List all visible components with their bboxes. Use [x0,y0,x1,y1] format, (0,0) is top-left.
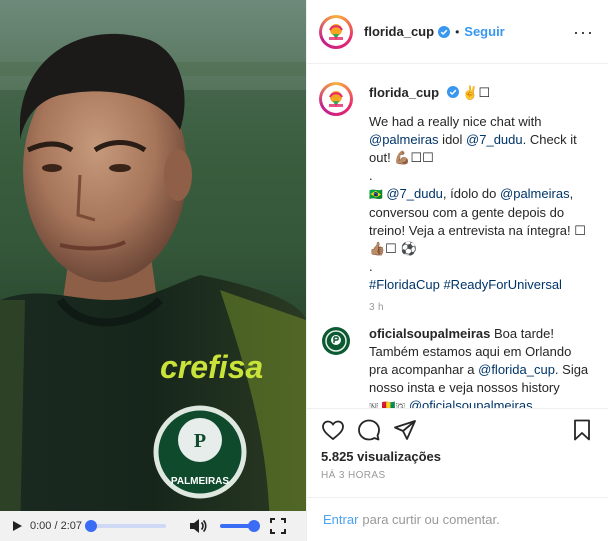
caption-text-run: , ídolo do [442,186,501,201]
jersey-sponsor-text: crefisa [160,349,263,385]
comment-icon [358,419,380,441]
seek-handle[interactable] [85,520,97,532]
florida-cup-logo-icon [329,91,343,107]
like-button[interactable] [321,418,345,442]
svg-text:P: P [194,430,206,452]
post-header: florida_cup • Seguir ··· [307,0,608,64]
hashtag-link[interactable]: #ReadyForUniversal [443,277,562,292]
view-count-label: visualizações [357,449,441,464]
caption-line: . [369,259,373,274]
caption-text: florida_cup ✌️☐ We had a really nice cha… [369,78,594,294]
volume-icon[interactable] [188,516,208,536]
login-link[interactable]: Entrar [323,512,358,527]
verified-badge-icon [438,25,451,38]
share-button[interactable] [393,418,417,442]
follow-button[interactable]: Seguir [464,24,504,39]
palmeiras-crest-icon [325,330,347,352]
play-icon [12,521,22,531]
florida-cup-logo-icon [329,23,343,40]
heart-icon [322,420,344,441]
comment-text-run: . Siga [554,362,589,377]
comments-area: florida_cup ✌️☐ We had a really nice cha… [307,64,608,408]
comment-line: Também estamos aqui em Orlando [369,344,572,359]
mention-link[interactable]: @palmeiras [369,132,439,147]
header-username[interactable]: florida_cup [364,24,434,39]
video-time: 0:00 / 2:07 [30,520,82,532]
add-comment-bar: Entrar para curtir ou comentar. [307,497,608,541]
comment-item: oficialsoupalmeiras Boa tarde! Também es… [319,325,594,408]
comment-text-run: Boa tarde! [490,326,554,341]
mention-link[interactable]: @palmeiras [500,186,570,201]
more-options-icon[interactable]: ··· [573,23,594,41]
add-comment-text: para curtir ou comentar. [362,512,500,527]
caption-text-run: , [569,186,574,201]
mention-link[interactable]: @7_dudu [386,186,443,201]
bookmark-icon [574,419,590,441]
caption-line: conversou com a gente depois do [369,205,565,220]
view-count-number: 5.825 [321,449,354,464]
seek-bar[interactable] [85,520,166,532]
comment-line: nosso insta e veja nossos history [369,380,560,395]
play-button[interactable] [6,511,28,541]
fullscreen-icon[interactable] [270,518,286,534]
caption-line: out! 💪🏽☐☐ [369,150,434,165]
post-actions: 5.825 visualizações HÁ 3 HORAS [307,408,608,498]
caption-text-run: . Check it [522,132,577,147]
caption: florida_cup ✌️☐ We had a really nice cha… [319,78,594,294]
comment-button[interactable] [357,418,381,442]
mention-link[interactable]: @oficialsoupalmeiras [409,398,533,408]
caption-suffix: ✌️☐ [462,85,491,100]
caption-username[interactable]: florida_cup [369,85,439,100]
post-age[interactable]: HÁ 3 HORAS [321,470,594,481]
separator-dot: • [455,24,460,39]
mention-link[interactable]: @7_dudu [466,132,523,147]
caption-line: We had a really nice chat with [369,114,542,129]
video-frame: crefisa P PALMEIRAS [0,0,306,541]
hashtag-link[interactable]: #FloridaCup [369,277,440,292]
caption-avatar[interactable] [319,82,353,116]
caption-line: treino! Veja a entrevista na íntegra! ☐ [369,223,586,238]
comment-text-run: pra acompanhar a [369,362,479,377]
verified-badge-icon [446,86,459,98]
caption-text-run: idol [438,132,467,147]
volume-handle[interactable] [248,520,260,532]
volume-slider[interactable] [220,520,260,532]
share-icon [394,420,416,440]
flag-glyph: 🇧🇷 [369,189,383,201]
caption-timestamp[interactable]: 3 h [369,302,594,313]
avatar[interactable] [319,14,353,49]
caption-line: 👍🏽☐ ⚽ [369,241,417,256]
view-count[interactable]: 5.825 visualizações [321,449,594,464]
post-panel: florida_cup • Seguir ··· florida_cup ✌️☐… [306,0,608,541]
comment-text: oficialsoupalmeiras Boa tarde! Também es… [369,325,594,408]
commenter-username[interactable]: oficialsoupalmeiras [369,326,490,341]
video-player[interactable]: crefisa P PALMEIRAS 0:00 / 2:07 [0,0,306,541]
mention-link[interactable]: @florida_cup [478,362,555,377]
caption-line: . [369,168,373,183]
save-button[interactable] [570,418,594,442]
video-controls: 0:00 / 2:07 [0,511,306,541]
crest-text: PALMEIRAS [171,476,229,487]
commenter-avatar[interactable] [322,327,350,355]
emoji-glyphs: 🇳 🇬🇳🇬 [369,401,406,408]
